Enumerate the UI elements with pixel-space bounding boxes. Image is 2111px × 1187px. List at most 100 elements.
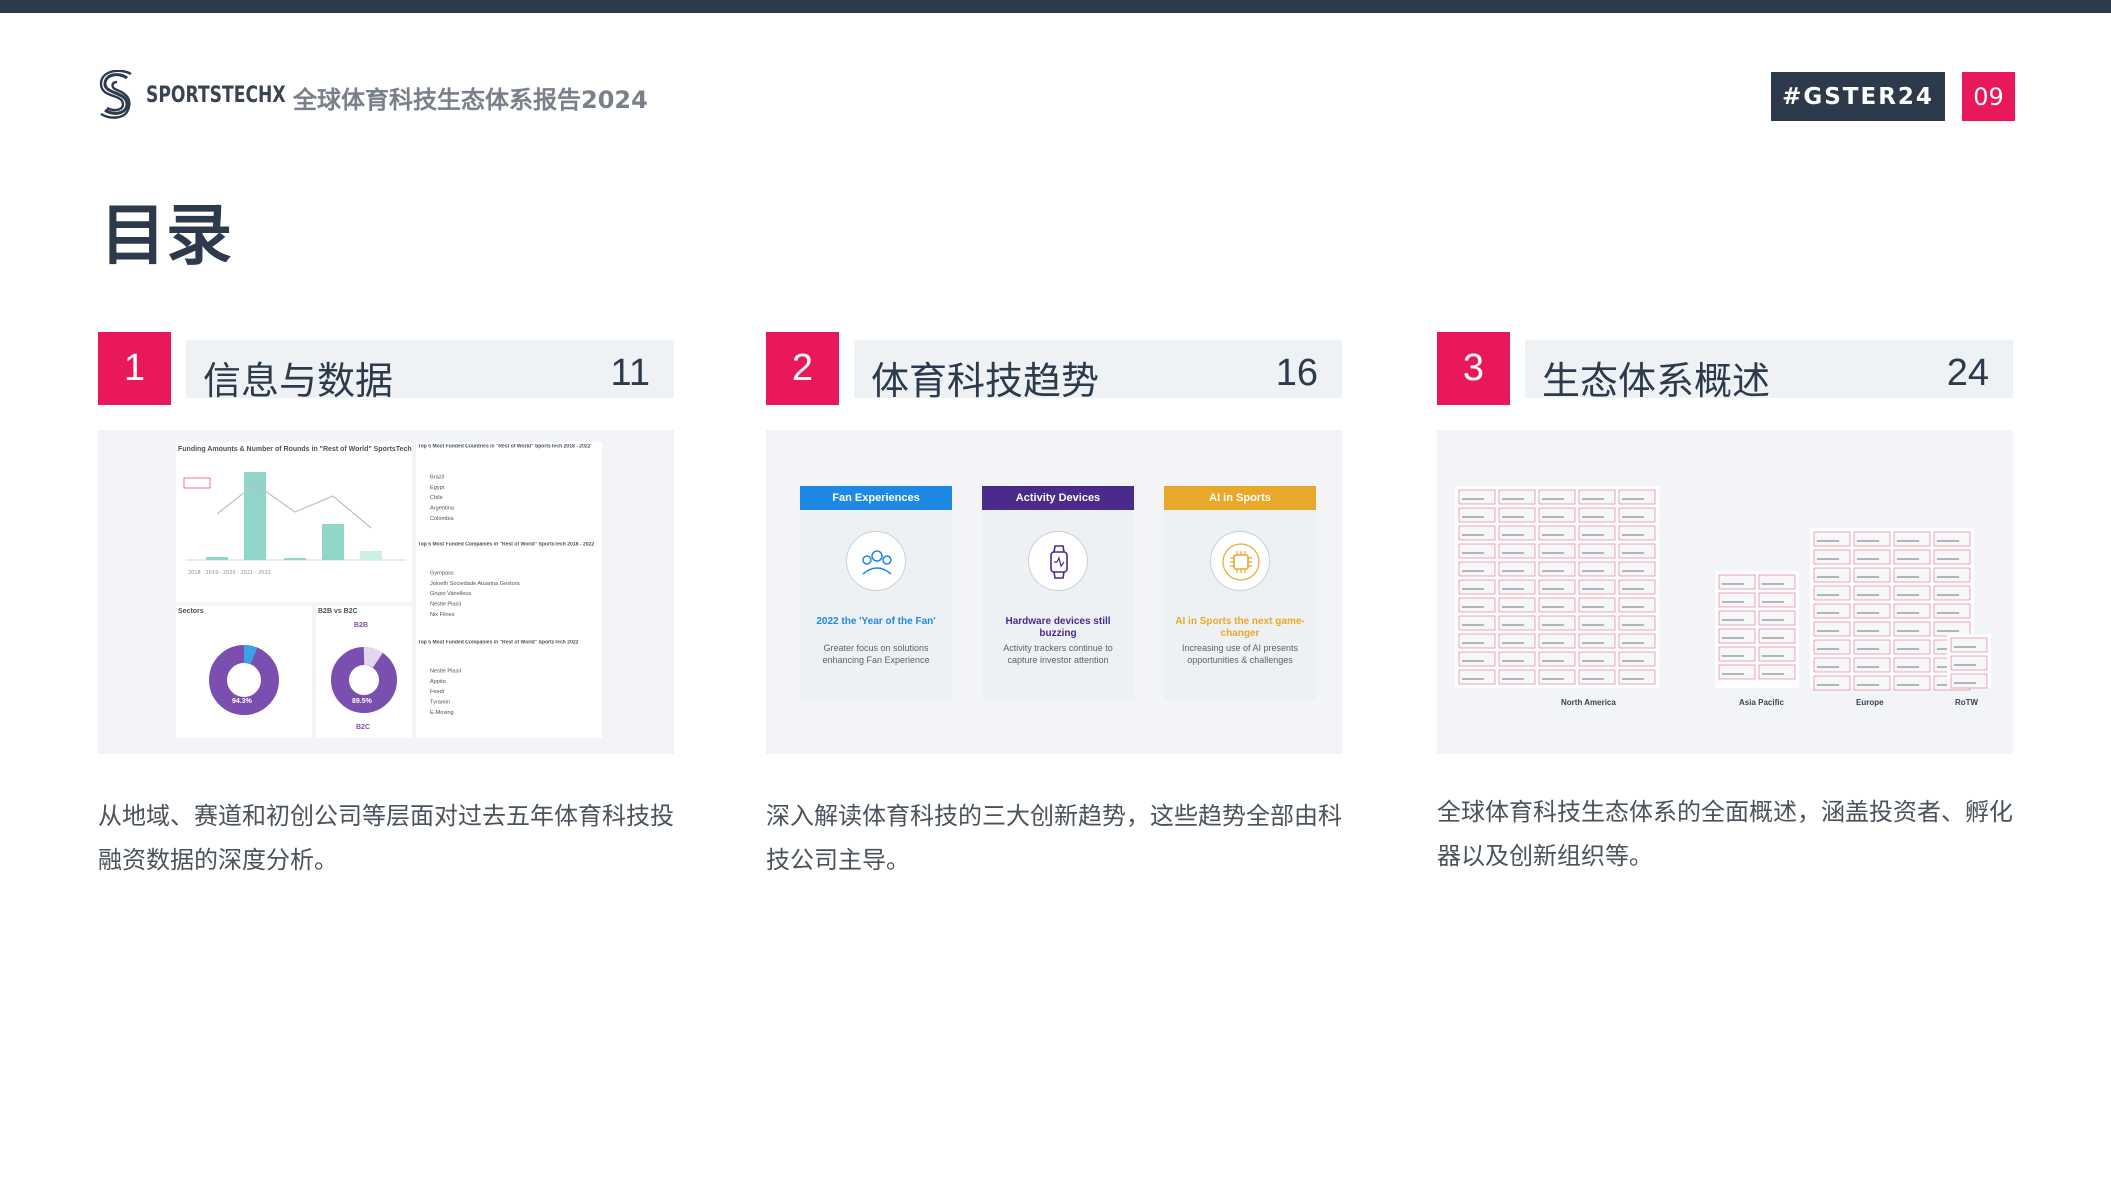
category-logo [1582, 606, 1604, 608]
category-box [1498, 579, 1536, 595]
category-box [1618, 561, 1656, 577]
category-box [1933, 585, 1971, 601]
category-box [1458, 489, 1496, 505]
section-page: 16 [1275, 352, 1318, 394]
category-logo [1762, 583, 1784, 585]
category-logo [1502, 498, 1524, 500]
category-box [1538, 489, 1576, 505]
fans-icon [846, 531, 906, 591]
section-description: 全球体育科技生态体系的全面概述，涵盖投资者、孵化器以及创新组织等。 [1437, 798, 2013, 870]
category-logo [1462, 606, 1484, 608]
category-box [1853, 639, 1891, 655]
category-box [1578, 579, 1616, 595]
category-logo [1542, 606, 1564, 608]
category-box [1618, 543, 1656, 559]
category-box [1538, 579, 1576, 595]
category-logo [1542, 570, 1564, 572]
category-logo [1857, 558, 1879, 560]
category-logo [1937, 630, 1959, 632]
category-logo [1582, 624, 1604, 626]
region-label: Europe [1856, 698, 1884, 707]
category-logo [1622, 516, 1644, 518]
section-header[interactable]: 体育科技趋势 16 [854, 340, 1342, 403]
category-logo [1897, 558, 1919, 560]
category-box [1893, 639, 1931, 655]
category-logo [1502, 534, 1524, 536]
section-title: 信息与数据 [203, 359, 394, 403]
category-box [1538, 669, 1576, 685]
section-header[interactable]: 信息与数据 11 [186, 340, 674, 403]
category-box [1618, 507, 1656, 523]
category-logo [1897, 594, 1919, 596]
category-box [1578, 489, 1616, 505]
bar [244, 472, 266, 560]
category-logo [1542, 516, 1564, 518]
category-logo [1897, 684, 1919, 686]
category-logo [1762, 655, 1784, 657]
funding-chart-panel: Funding Amounts & Number of Rounds in "R… [176, 442, 412, 602]
category-logo [1582, 498, 1604, 500]
brand-name: SPORTSTECHX [146, 83, 286, 108]
section-header[interactable]: 生态体系概述 24 [1525, 340, 2013, 403]
category-box [1498, 615, 1536, 631]
category-box [1853, 621, 1891, 637]
category-box [1718, 574, 1756, 590]
list-item: Brazil [430, 474, 445, 480]
category-logo [1622, 624, 1644, 626]
category-box [1718, 610, 1756, 626]
category-box [1578, 543, 1616, 559]
category-box [1578, 525, 1616, 541]
category-box [1718, 592, 1756, 608]
category-logo [1502, 660, 1524, 662]
list-item: Feedr [430, 689, 445, 695]
category-box [1618, 525, 1656, 541]
category-logo [1462, 642, 1484, 644]
category-logo [1857, 576, 1879, 578]
card-header: AI in Sports [1164, 486, 1316, 510]
category-box [1538, 525, 1576, 541]
category-box [1578, 615, 1616, 631]
category-logo [1462, 498, 1484, 500]
category-box [1853, 549, 1891, 565]
category-box [1618, 633, 1656, 649]
section-title: 体育科技趋势 [871, 359, 1100, 403]
category-box [1538, 507, 1576, 523]
category-box [1718, 646, 1756, 662]
category-logo [1462, 534, 1484, 536]
category-box [1578, 597, 1616, 613]
category-logo [1857, 684, 1879, 686]
trend-card-ai-in-sports: AI in Sports AI in Sports the next game-… [1164, 486, 1316, 700]
category-logo [1582, 516, 1604, 518]
category-box [1933, 567, 1971, 583]
category-box [1618, 489, 1656, 505]
category-box [1458, 597, 1496, 613]
category-logo [1502, 516, 1524, 518]
category-logo [1857, 630, 1879, 632]
card-title: Hardware devices still buzzing [1005, 616, 1111, 639]
category-box [1458, 579, 1496, 595]
category-box [1893, 531, 1931, 547]
category-logo [1857, 648, 1879, 650]
category-logo [1722, 601, 1744, 603]
category-logo [1622, 498, 1644, 500]
category-logo [1857, 540, 1879, 542]
ai-chip-icon [1210, 531, 1270, 591]
category-logo [1622, 642, 1644, 644]
category-box [1458, 561, 1496, 577]
category-logo [1722, 583, 1744, 585]
b2c-tag: B2C [356, 724, 371, 731]
category-logo [1817, 684, 1839, 686]
card-text: Increasing use of AI presents opportunit… [1181, 643, 1299, 665]
category-box [1458, 633, 1496, 649]
category-logo [1502, 570, 1524, 572]
category-logo [1817, 540, 1839, 542]
list-item: Argentina [430, 505, 454, 512]
category-logo [1937, 612, 1959, 614]
section-number: 1 [98, 332, 171, 405]
category-logo [1937, 594, 1959, 596]
country-list: Brazil Egypt Chile Argentina Colombia [430, 472, 454, 524]
category-logo [1462, 660, 1484, 662]
category-box [1458, 669, 1496, 685]
category-box [1758, 592, 1796, 608]
list-item: Nestle Plasil [430, 601, 461, 608]
